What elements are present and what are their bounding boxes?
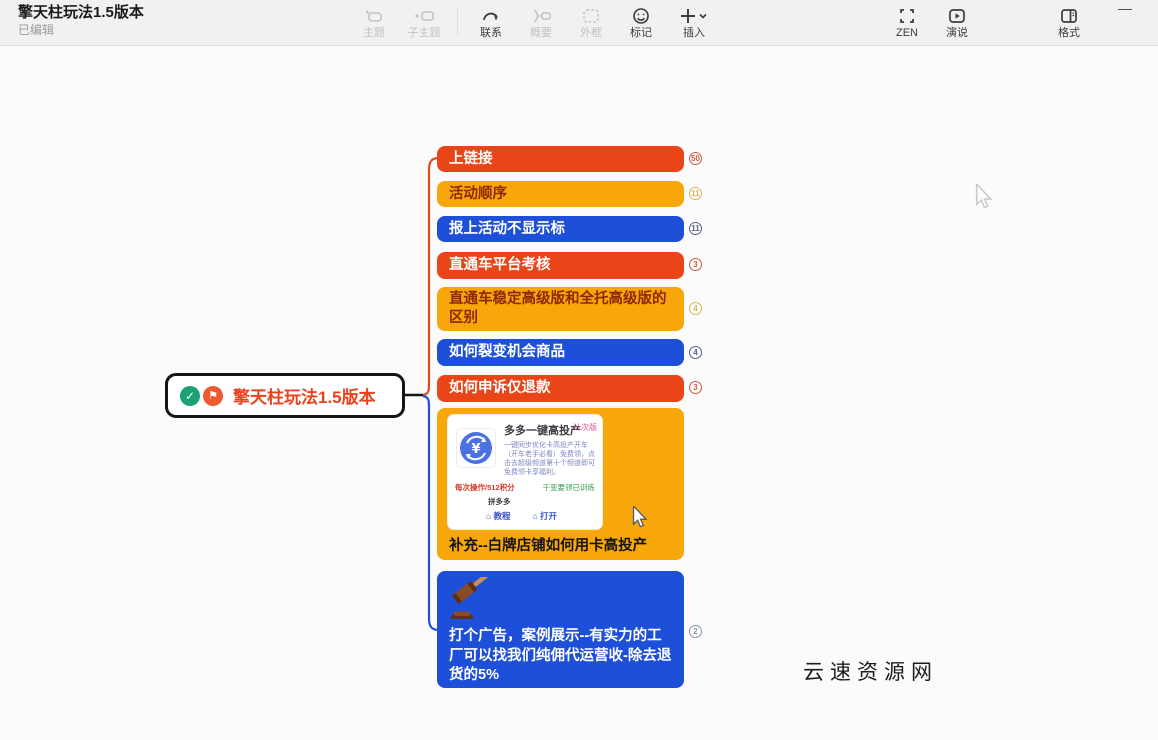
window-minimize-button[interactable]: — — [1118, 0, 1132, 16]
child-count-badge[interactable]: 4 — [689, 346, 702, 359]
app-logo: ¥ — [456, 428, 496, 468]
toolbar-separator — [457, 9, 458, 35]
topic-node[interactable]: 活动顺序 — [437, 181, 684, 207]
toolbar-zen-button[interactable]: ZEN — [882, 5, 932, 40]
toolbar-present-button[interactable]: 演说 — [932, 5, 982, 40]
task-done-icon: ✓ — [180, 385, 200, 406]
toolbar-summary-button[interactable]: 概要 — [516, 5, 566, 40]
topic-node[interactable]: 直通车稳定高级版和全托高级版的区别 — [437, 287, 684, 331]
topic-node[interactable]: 如何申诉仅退款 — [437, 375, 684, 402]
child-count-badge[interactable]: 3 — [689, 381, 702, 394]
topic-label: 上链接 — [449, 150, 493, 167]
presentation-play-icon — [947, 5, 967, 26]
topic-label: 如何申诉仅退款 — [449, 380, 551, 396]
summary-icon — [530, 5, 552, 26]
toolbar-marker-button[interactable]: 标记 — [616, 5, 666, 40]
topic-node-with-image[interactable]: ¥ 多多一键高投产 计次版 一键同步优化卡高投产开车（开车老手必看）免费领，点击… — [437, 408, 684, 560]
child-count-badge[interactable]: 50 — [689, 152, 702, 165]
topic-label: 直通车稳定高级版和全托高级版的区别 — [449, 291, 667, 326]
card-title: 多多一键高投产 — [504, 425, 581, 437]
mouse-cursor-icon — [974, 182, 994, 214]
document-info: 擎天柱玩法1.5版本 已编辑 — [18, 4, 144, 38]
toolbar-relationship-button[interactable]: 联系 — [466, 5, 516, 40]
topic-label: 补充--白牌店铺如何用卡高投产 — [449, 538, 648, 554]
card-green-text: 千变要领已训练 — [542, 483, 596, 492]
topic-icon — [364, 5, 384, 26]
child-count-badge[interactable]: 4 — [689, 302, 702, 315]
root-topic[interactable]: ✓ ⚑ 擎天柱玩法1.5版本 — [165, 373, 405, 418]
child-count-badge[interactable]: 3 — [689, 258, 702, 271]
document-status: 已编辑 — [18, 23, 55, 37]
zen-mode-icon — [897, 5, 917, 26]
toolbar-insert-button[interactable]: 插入 — [666, 5, 722, 40]
relationship-icon — [481, 5, 501, 26]
topic-label: 如何裂变机会商品 — [449, 344, 565, 360]
toolbar: 擎天柱玩法1.5版本 已编辑 主题 子主题 联系 概要 外框 标记 插入 ZEN… — [0, 0, 1158, 46]
watermark-text: 云速资源网 — [803, 660, 938, 684]
secondary-cursor-icon — [631, 504, 649, 533]
toolbar-boundary-button[interactable]: 外框 — [566, 5, 616, 40]
card-version-tag: 计次版 — [573, 423, 597, 432]
topic-node-with-sticker[interactable]: 打个广告，案例展示--有实力的工厂可以找我们纯佣代运营收-除去退货的5% — [437, 571, 684, 688]
embedded-image[interactable]: ¥ 多多一键高投产 计次版 一键同步优化卡高投产开车（开车老手必看）免费领，点击… — [448, 415, 602, 529]
document-title: 擎天柱玩法1.5版本 — [18, 4, 144, 21]
gavel-icon — [447, 573, 499, 629]
root-topic-label: 擎天柱玩法1.5版本 — [233, 388, 376, 407]
topic-label: 打个广告，案例展示--有实力的工厂可以找我们纯佣代运营收-除去退货的5% — [449, 628, 672, 683]
insert-plus-icon — [679, 5, 709, 26]
topic-label: 报上活动不显示标 — [449, 220, 565, 237]
open-button[interactable]: ⌂ 打开 — [533, 507, 558, 526]
tutorial-button[interactable]: ⌂ 教程 — [486, 507, 511, 526]
svg-text:¥: ¥ — [471, 442, 480, 457]
subtopic-icon — [413, 5, 435, 26]
boundary-icon — [581, 5, 601, 26]
toolbar-format-button[interactable]: 格式 — [1044, 5, 1094, 40]
marker-smiley-icon — [631, 5, 651, 26]
toolbar-subtopic-button[interactable]: 子主题 — [399, 5, 449, 40]
topic-label: 活动顺序 — [449, 185, 507, 202]
topic-node[interactable]: 如何裂变机会商品 — [437, 339, 684, 366]
flag-icon: ⚑ — [203, 385, 223, 406]
topic-label: 直通车平台考核 — [449, 257, 551, 273]
child-count-badge[interactable]: 11 — [689, 222, 702, 235]
topic-node[interactable]: 报上活动不显示标 — [437, 216, 684, 242]
topic-node[interactable]: 直通车平台考核 — [437, 252, 684, 279]
card-description: 一键同步优化卡高投产开车（开车老手必看）免费领，点击去超级频道第十个频道即可免费… — [504, 442, 595, 476]
child-count-badge[interactable]: 11 — [689, 187, 702, 200]
child-count-badge[interactable]: 2 — [689, 625, 702, 638]
topic-node[interactable]: 上链接 — [437, 146, 684, 172]
format-panel-icon — [1059, 5, 1079, 26]
toolbar-topic-button[interactable]: 主题 — [349, 5, 399, 40]
